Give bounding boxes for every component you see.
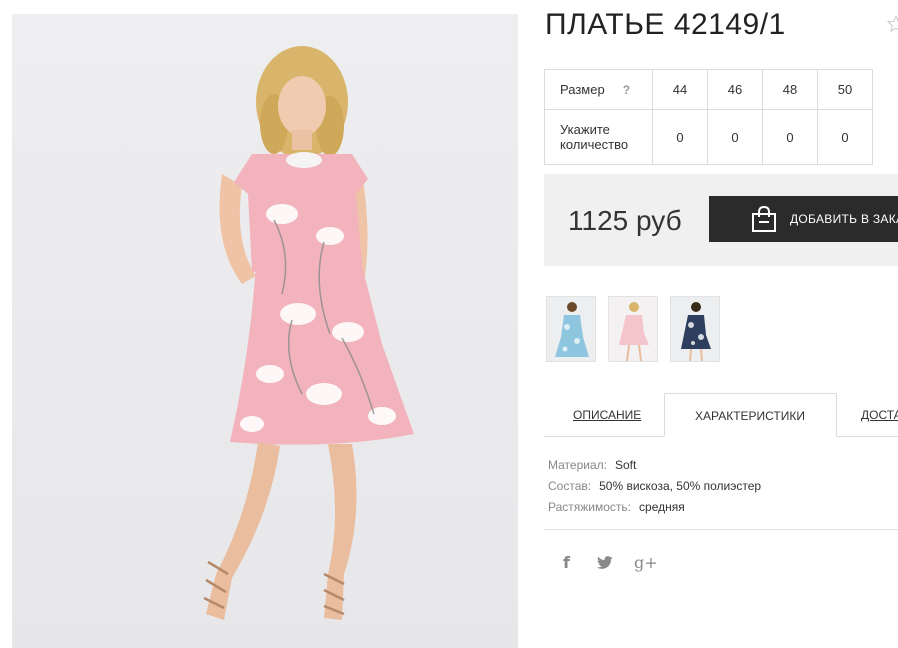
shopping-bag-icon <box>751 205 777 236</box>
tab-description-label: ОПИСАНИЕ <box>573 408 642 422</box>
tab-delivery-label: ДОСТАВКА <box>861 408 898 422</box>
quantity-input-50[interactable]: 0 <box>817 109 873 165</box>
thumbnail-3[interactable] <box>670 296 720 362</box>
quantity-row: Укажите количество 0 0 0 0 <box>544 109 873 165</box>
twitter-icon[interactable] <box>597 556 613 575</box>
tab-characteristics-label: ХАРАКТЕРИСТИКИ <box>695 409 806 423</box>
spec-material-value: Soft <box>614 458 637 472</box>
size-option-50: 50 <box>817 69 873 110</box>
size-option-48: 48 <box>762 69 818 110</box>
size-help-icon[interactable]: ? <box>623 83 630 97</box>
size-option-46: 46 <box>707 69 763 110</box>
characteristics-list: Материал: Soft Состав: 50% вискоза, 50% по… <box>548 455 761 518</box>
model-illustration <box>203 46 414 620</box>
spec-stretch: Растяжимость: средняя <box>548 497 761 518</box>
size-label-cell: Размер? <box>544 69 653 110</box>
spec-stretch-key: Растяжимость: <box>548 500 632 514</box>
product-main-photo[interactable] <box>12 14 518 648</box>
product-title: ПЛАТЬЕ 42149/1 <box>545 8 786 41</box>
price-amount: 1125 руб <box>568 205 682 236</box>
price-panel: 1125 руб ДОБАВИТЬ В ЗАКАЗ <box>544 174 898 266</box>
facebook-icon[interactable]: f <box>563 553 570 572</box>
tab-characteristics[interactable]: ХАРАКТЕРИСТИКИ <box>664 393 837 437</box>
tab-description[interactable]: ОПИСАНИЕ <box>548 393 664 437</box>
favorite-star-icon[interactable] <box>886 14 898 34</box>
add-to-order-button[interactable]: ДОБАВИТЬ В ЗАКАЗ <box>709 196 898 242</box>
google-plus-icon[interactable]: g+ <box>634 553 658 572</box>
thumbnail-1[interactable] <box>546 296 596 362</box>
spec-material-key: Материал: <box>548 458 607 472</box>
spec-material: Материал: Soft <box>548 455 761 476</box>
spec-stretch-value: средняя <box>639 500 685 514</box>
quantity-input-44[interactable]: 0 <box>652 109 708 165</box>
size-row: Размер? 44 46 48 50 <box>544 69 873 110</box>
quantity-input-46[interactable]: 0 <box>707 109 763 165</box>
add-to-order-label: ДОБАВИТЬ В ЗАКАЗ <box>790 212 898 226</box>
tab-delivery[interactable]: ДОСТАВКА <box>837 393 898 437</box>
size-quantity-table: Размер? 44 46 48 50 Укажите количество 0… <box>544 69 873 165</box>
spec-composition-value: 50% вискоза, 50% полиэстер <box>599 479 762 493</box>
thumbnail-2[interactable] <box>608 296 658 362</box>
spec-composition: Состав: 50% вискоза, 50% полиэстер <box>548 476 761 497</box>
quantity-input-48[interactable]: 0 <box>762 109 818 165</box>
social-divider <box>544 529 898 530</box>
quantity-label: Укажите количество <box>544 109 653 165</box>
spec-composition-key: Состав: <box>548 479 592 493</box>
size-option-44: 44 <box>652 69 708 110</box>
size-label: Размер <box>560 82 605 97</box>
